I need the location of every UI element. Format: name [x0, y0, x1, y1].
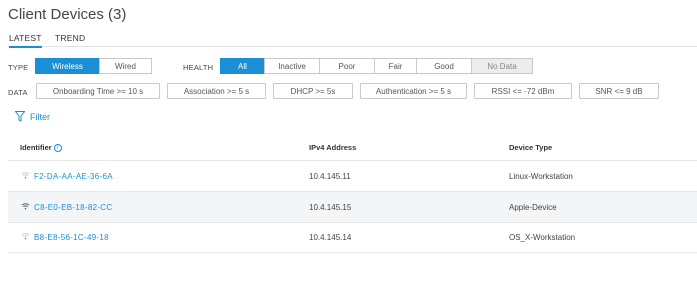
- ipv4-cell: 10.4.145.11: [309, 172, 351, 181]
- tab-bar: LATEST TREND: [8, 33, 697, 48]
- data-label: DATA: [8, 88, 28, 97]
- page-title: Client Devices (3): [8, 6, 127, 23]
- row-divider: [8, 252, 697, 253]
- health-poor-button[interactable]: Poor: [319, 58, 375, 74]
- wifi-weak-icon: [21, 233, 30, 240]
- chip-dhcp[interactable]: DHCP >= 5s: [273, 83, 353, 99]
- wifi-strong-icon: [21, 203, 30, 210]
- filter-link[interactable]: Filter: [15, 111, 50, 122]
- device-type-cell: Linux-Workstation: [509, 172, 573, 181]
- table-row[interactable]: C8-E0-EB-18-82-CC 10.4.145.15 Apple-Devi…: [8, 192, 697, 222]
- filter-label: Filter: [30, 111, 50, 122]
- col-ipv4[interactable]: IPv4 Address: [309, 143, 356, 152]
- identifier-link[interactable]: C8-E0-EB-18-82-CC: [34, 203, 112, 212]
- chip-authentication[interactable]: Authentication >= 5 s: [360, 83, 467, 99]
- device-type-cell: OS_X-Workstation: [509, 233, 576, 242]
- health-label: HEALTH: [183, 63, 214, 72]
- identifier-link[interactable]: F2-DA-AA-AE-36-6A: [34, 172, 113, 181]
- identifier-link[interactable]: B8-E8-56-1C-49-18: [34, 233, 109, 242]
- ipv4-cell: 10.4.145.14: [309, 233, 352, 242]
- info-icon[interactable]: i: [53, 144, 62, 153]
- col-identifier-label: Identifier: [20, 143, 52, 152]
- wifi-weak-icon: [21, 172, 30, 179]
- chip-rssi[interactable]: RSSI <= -72 dBm: [474, 83, 572, 99]
- tab-trend[interactable]: TREND: [55, 33, 85, 47]
- table-row[interactable]: B8-E8-56-1C-49-18 10.4.145.14 OS_X-Works…: [8, 222, 697, 252]
- table-row[interactable]: F2-DA-AA-AE-36-6A 10.4.145.11 Linux-Work…: [8, 161, 697, 191]
- health-no-data-button: No Data: [471, 58, 533, 74]
- col-identifier[interactable]: Identifier i: [20, 143, 62, 153]
- health-all-button[interactable]: All: [220, 58, 265, 74]
- type-wired-button[interactable]: Wired: [99, 58, 152, 74]
- chip-snr[interactable]: SNR <= 9 dB: [579, 83, 659, 99]
- tab-latest[interactable]: LATEST: [9, 33, 42, 48]
- ipv4-cell: 10.4.145.15: [309, 203, 352, 212]
- type-wireless-button[interactable]: Wireless: [35, 58, 100, 74]
- filter-funnel-icon: [15, 111, 25, 122]
- health-fair-button[interactable]: Fair: [374, 58, 417, 74]
- chip-onboarding-time[interactable]: Onboarding Time >= 10 s: [36, 83, 160, 99]
- device-type-cell: Apple-Device: [509, 203, 557, 212]
- health-inactive-button[interactable]: Inactive: [264, 58, 320, 74]
- type-label: TYPE: [8, 63, 29, 72]
- chip-association[interactable]: Association >= 5 s: [167, 83, 266, 99]
- health-good-button[interactable]: Good: [416, 58, 472, 74]
- col-device-type[interactable]: Device Type: [509, 143, 552, 152]
